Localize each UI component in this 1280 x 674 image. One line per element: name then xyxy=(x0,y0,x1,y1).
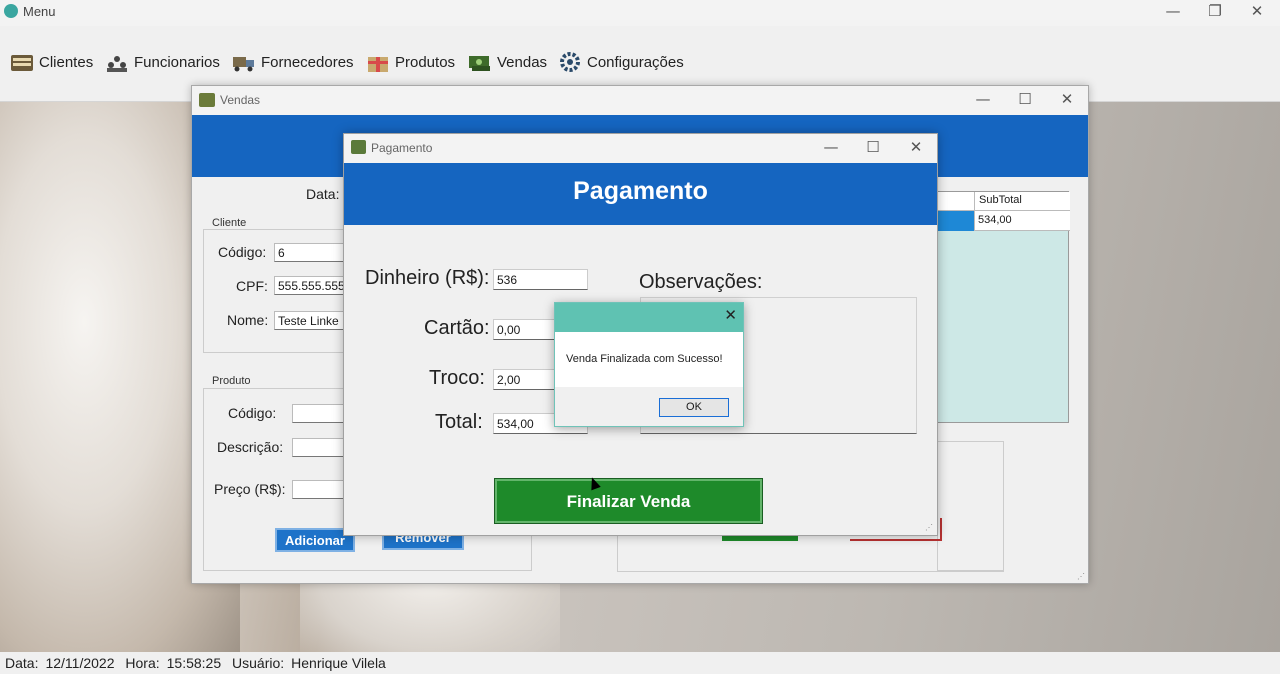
pagamento-maximize-button[interactable]: ☐ xyxy=(852,136,894,160)
menu-fornecedores[interactable]: Fornecedores xyxy=(232,48,354,76)
itens-grid[interactable]: SubTotal 534,00 xyxy=(937,191,1070,423)
menu-vendas[interactable]: Vendas xyxy=(468,48,547,76)
vendas-window-icon xyxy=(199,93,215,107)
main-window-title: Menu xyxy=(23,4,56,19)
pagamento-window-icon xyxy=(351,140,366,154)
menu-produtos[interactable]: Produtos xyxy=(366,48,455,76)
menu-vendas-label: Vendas xyxy=(497,53,548,71)
main-close-button[interactable]: ✕ xyxy=(1236,0,1278,24)
main-maximize-button[interactable]: ❐ xyxy=(1194,0,1236,24)
ok-button[interactable]: OK xyxy=(659,398,729,417)
menu-funcionarios-label: Funcionarios xyxy=(134,53,220,71)
finalizar-venda-button[interactable]: Finalizar Venda xyxy=(494,478,763,524)
status-data-label: Data: xyxy=(5,655,39,671)
produto-preco-label: Preço (R$): xyxy=(214,481,286,497)
employees-icon xyxy=(105,51,129,73)
status-hora-label: Hora: xyxy=(125,655,160,671)
status-usuario-label: Usuário: xyxy=(232,655,285,671)
pagamento-window-title: Pagamento xyxy=(371,141,433,155)
cliente-group-label: Cliente xyxy=(210,217,249,229)
clients-icon xyxy=(10,51,34,73)
cliente-nome-input[interactable]: Teste Linke xyxy=(274,311,344,330)
suppliers-icon xyxy=(232,51,256,73)
total-label: Total: xyxy=(435,411,483,433)
vendas-maximize-button[interactable]: ☐ xyxy=(1004,88,1046,112)
products-icon xyxy=(366,51,390,73)
pagamento-resize-grip[interactable]: ⋰ xyxy=(925,523,935,533)
menu-produtos-label: Produtos xyxy=(395,53,456,71)
produto-descricao-label: Descrição: xyxy=(217,439,284,455)
produto-descricao-input[interactable] xyxy=(292,438,347,457)
pagamento-minimize-button[interactable]: — xyxy=(810,136,852,160)
grid-cell-subtotal[interactable]: 534,00 xyxy=(974,211,1070,231)
vendas-minimize-button[interactable]: — xyxy=(962,88,1004,112)
message-box-titlebar xyxy=(555,303,743,332)
statusbar: Data: 12/11/2022 Hora: 15:58:25 Usuário: He… xyxy=(0,652,1280,674)
data-label: Data: xyxy=(306,186,340,202)
app-icon xyxy=(4,4,18,18)
dinheiro-input[interactable]: 536 xyxy=(493,269,588,290)
status-data-value: 12/11/2022 xyxy=(45,655,115,671)
menu-configuracoes[interactable]: Configurações xyxy=(558,48,684,76)
produto-codigo-label: Código: xyxy=(228,405,277,421)
vendas-close-button[interactable]: ✕ xyxy=(1046,88,1088,112)
observacoes-label: Observações: xyxy=(639,271,763,293)
cliente-codigo-input[interactable]: 6 xyxy=(274,243,344,262)
produto-preco-input[interactable] xyxy=(292,480,347,499)
vendas-titlebar: Vendas — ☐ ✕ xyxy=(192,86,1088,115)
sales-icon xyxy=(468,51,492,73)
cliente-codigo-label: Código: xyxy=(218,244,267,260)
pagamento-header: Pagamento xyxy=(344,163,937,225)
cliente-nome-label: Nome: xyxy=(227,312,269,328)
message-box-close-button[interactable]: ✕ xyxy=(724,306,737,324)
dinheiro-label: Dinheiro (R$): xyxy=(365,267,490,289)
menu-configuracoes-label: Configurações xyxy=(587,53,684,71)
vendas-resize-grip[interactable]: ⋰ xyxy=(1077,572,1087,582)
message-box-text: Venda Finalizada com Sucesso! xyxy=(555,332,743,387)
status-hora-value: 15:58:25 xyxy=(166,655,222,671)
grid-selected-cell[interactable] xyxy=(938,211,974,231)
produto-group-label: Produto xyxy=(210,375,253,387)
main-minimize-button[interactable]: — xyxy=(1152,0,1194,24)
troco-label: Troco: xyxy=(429,367,485,389)
main-titlebar: Menu — ❐ ✕ xyxy=(0,0,1280,26)
right-group xyxy=(937,441,1004,571)
pagamento-close-button[interactable]: ✕ xyxy=(895,136,937,160)
status-usuario-value: Henrique Vilela xyxy=(291,655,386,671)
produto-codigo-input[interactable] xyxy=(292,404,347,423)
grid-column-header-subtotal[interactable]: SubTotal xyxy=(974,192,1070,211)
pagamento-titlebar: Pagamento — ☐ ✕ xyxy=(344,134,937,163)
gear-icon xyxy=(558,51,582,73)
cliente-cpf-label: CPF: xyxy=(236,278,268,294)
menu-funcionarios[interactable]: Funcionarios xyxy=(105,48,220,76)
menu-clientes-label: Clientes xyxy=(39,53,94,71)
cliente-cpf-input[interactable]: 555.555.555- xyxy=(274,276,344,295)
menu-clientes[interactable]: Clientes xyxy=(10,48,93,76)
menu-fornecedores-label: Fornecedores xyxy=(261,53,354,71)
cartao-label: Cartão: xyxy=(424,317,490,339)
vendas-green-button-edge[interactable] xyxy=(722,536,798,541)
success-message-box: ✕ Venda Finalizada com Sucesso! OK xyxy=(554,302,744,427)
vendas-window-title: Vendas xyxy=(220,93,261,107)
